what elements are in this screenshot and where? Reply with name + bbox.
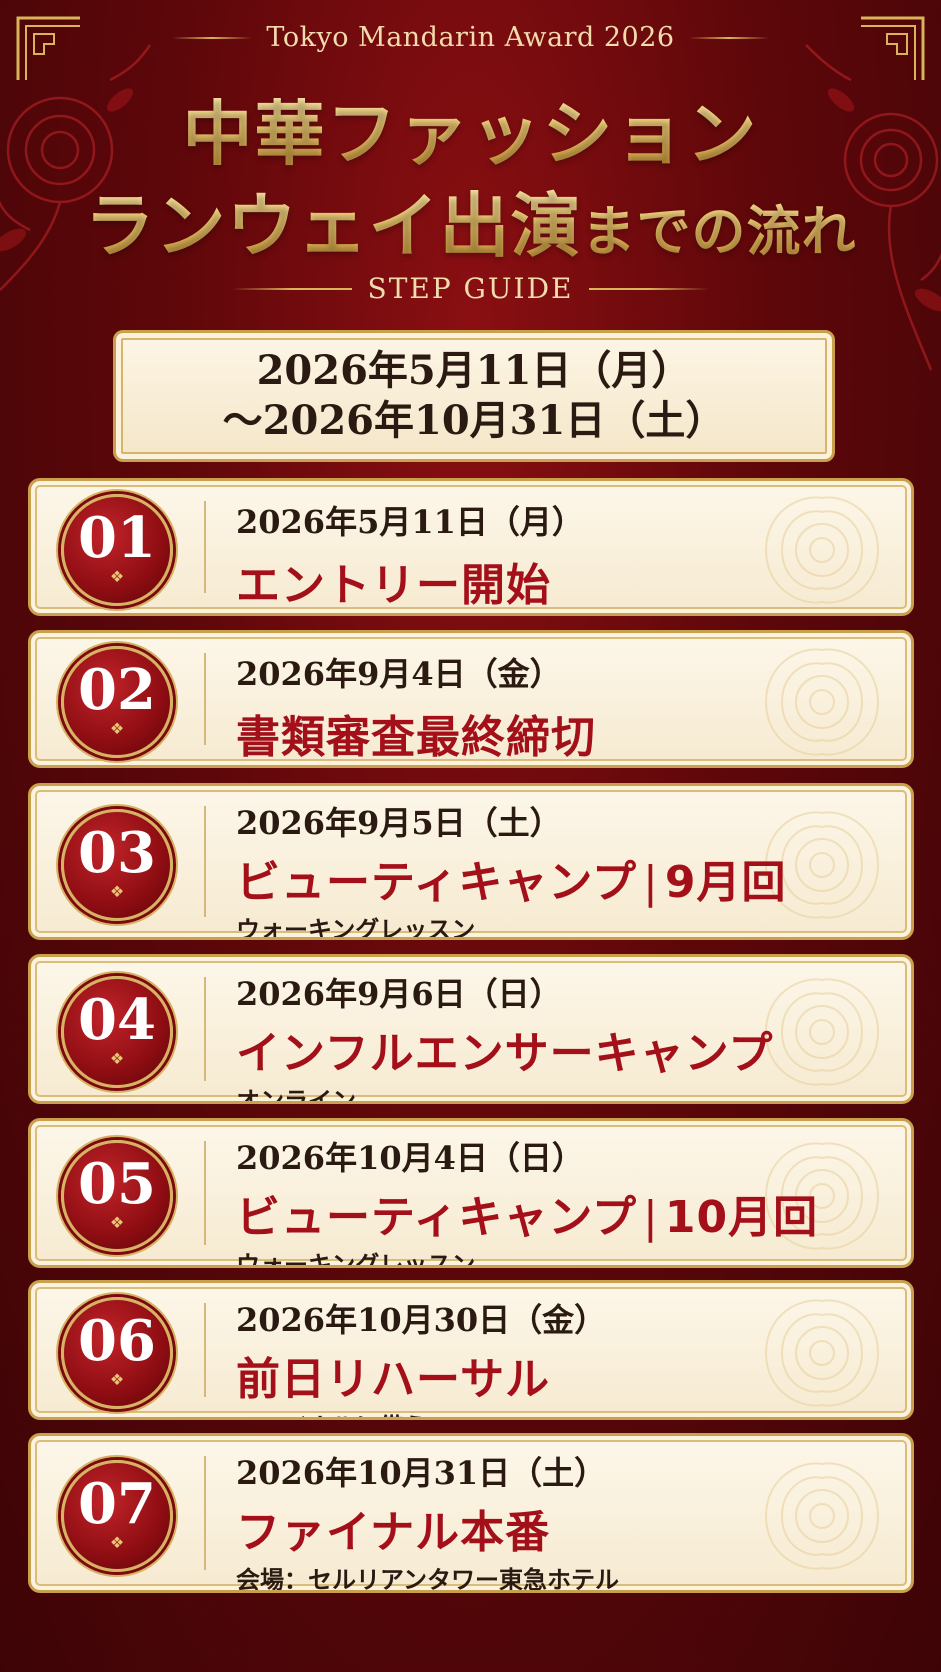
card-divider (204, 1141, 206, 1245)
step-date: 2026年10月31日（土） (236, 1454, 607, 1492)
step-card: 07 ❖ 2026年10月31日（土） ファイナル本番会場：セルリアンタワー東急ホテル (28, 1433, 914, 1593)
step-date: 2026年9月4日（金） (236, 655, 562, 693)
main-title-line1: 中華ファッション (0, 78, 941, 179)
step-event-title: エントリー開始 (236, 560, 551, 611)
step-number: 01 (78, 505, 156, 571)
step-card: 06❖ 2026年10月30日（金） 前日リハーサルファイナルに備えて (28, 1280, 914, 1420)
peony-watermark (764, 648, 880, 756)
step-card: 05 ❖ 2026年10月4日（日） ビューティキャンプ | 10月回ウォーキングレッスン (28, 1118, 914, 1268)
step-number-badge: 04 ❖ (61, 976, 173, 1088)
step-number-badge: 07 ❖ (61, 1460, 173, 1572)
step-date: 2026年9月6日（日） (236, 975, 562, 1013)
step-event: インフルエンサーキャンプ (236, 1017, 773, 1081)
card-divider (204, 501, 206, 593)
badge-ornament-icon: ❖ (109, 1533, 125, 1552)
step-event: ビューティキャンプ | 9月回 (236, 846, 787, 910)
step-note: ファイナルに備えて (236, 1407, 606, 1417)
step-text: 2026年5月11日（月） エントリー開始 (236, 497, 584, 613)
header: Tokyo Mandarin Award 2026 中華ファッション ランウェイ… (0, 0, 941, 320)
ornament-line (172, 36, 253, 39)
step-text: 2026年9月4日（金） 書類審査最終締切 (236, 649, 596, 765)
badge-ornament-icon: ❖ (109, 719, 125, 738)
guide-row: STEP GUIDE (0, 272, 941, 305)
main-title-line2-main: ランウェイ出演 (84, 185, 582, 267)
step-text: 2026年9月5日（土） ビューティキャンプ | 9月回ウォーキングレッスン (236, 798, 787, 940)
peony-watermark (764, 496, 880, 604)
badge-ornament-icon: ❖ (109, 1049, 125, 1068)
peony-watermark (764, 1299, 880, 1407)
badge-ornament-icon: ❖ (109, 567, 125, 586)
step-number: 07 (78, 1471, 156, 1537)
period-end: 〜2026年10月31日（土） (222, 397, 726, 444)
step-guide-poster: Tokyo Mandarin Award 2026 中華ファッション ランウェイ… (0, 0, 941, 1672)
period-start: 2026年5月11日（月） (256, 347, 692, 394)
main-title-line2-small: までの流れ (581, 200, 857, 263)
step-number-badge: 03 ❖ (61, 808, 173, 921)
ornament-line (589, 287, 710, 290)
step-event: エントリー開始 (236, 549, 584, 613)
step-note: 会場：セルリアンタワー東急ホテル (236, 1566, 620, 1593)
step-note: ウォーキングレッスン (236, 1251, 476, 1268)
event-subtitle: Tokyo Mandarin Award 2026 (266, 22, 675, 53)
step-event-title: ビューティキャンプ (236, 1192, 638, 1243)
step-number: 03 (78, 819, 156, 886)
step-event-title: インフルエンサーキャンプ (236, 1028, 774, 1079)
card-divider (204, 977, 206, 1081)
subtitle-row: Tokyo Mandarin Award 2026 (0, 22, 941, 53)
step-number-badge: 05 ❖ (61, 1140, 173, 1252)
step-event-suffix: 10月回 (664, 1192, 819, 1243)
card-divider (204, 806, 206, 917)
step-date: 2026年10月30日（金） (236, 1301, 607, 1339)
step-event-title: ビューティキャンプ (236, 857, 638, 908)
step-date: 2026年10月4日（日） (236, 1139, 584, 1177)
step-event-suffix: 9月回 (664, 857, 787, 908)
event-separator: | (643, 857, 659, 908)
step-number-badge: 01 ❖ (61, 494, 173, 606)
period-box: 2026年5月11日（月） 〜2026年10月31日（土） (113, 330, 835, 462)
step-number: 04 (78, 987, 156, 1053)
step-card: 04 ❖ 2026年9月6日（日） インフルエンサーキャンプオンライン (28, 954, 914, 1104)
step-number-badge: 02 ❖ (61, 646, 173, 758)
step-number: 05 (78, 1151, 156, 1217)
main-title-line2: ランウェイ出演までの流れ (0, 170, 941, 271)
event-separator: | (643, 1192, 659, 1243)
step-note: オンライン (236, 1087, 356, 1104)
step-text: 2026年9月6日（日） インフルエンサーキャンプオンライン (236, 969, 773, 1104)
step-text: 2026年10月30日（金） 前日リハーサルファイナルに備えて (236, 1295, 607, 1417)
step-event: ビューティキャンプ | 10月回 (236, 1181, 818, 1245)
step-event: ファイナル本番 (236, 1496, 619, 1560)
badge-ornament-icon: ❖ (109, 881, 125, 901)
step-number: 02 (78, 657, 156, 723)
step-event-title: 書類審査最終締切 (236, 712, 596, 763)
card-divider (204, 1456, 206, 1570)
step-event: 書類審査最終締切 (236, 701, 596, 765)
step-card: 02 ❖ 2026年9月4日（金） 書類審査最終締切 (28, 630, 914, 768)
badge-ornament-icon: ❖ (109, 1370, 125, 1389)
step-card: 03 ❖ 2026年9月5日（土） ビューティキャンプ | 9月回ウォーキングレッスン (28, 783, 914, 940)
step-guide-label: STEP GUIDE (367, 272, 574, 305)
step-text: 2026年10月31日（土） ファイナル本番会場：セルリアンタワー東急ホテル (236, 1448, 620, 1593)
ornament-line (688, 36, 769, 39)
step-card: 01 ❖ 2026年5月11日（月） エントリー開始 (28, 478, 914, 616)
step-event-title: ファイナル本番 (236, 1507, 551, 1558)
step-number: 06 (78, 1308, 156, 1374)
badge-ornament-icon: ❖ (109, 1213, 125, 1232)
card-divider (204, 1303, 206, 1397)
peony-watermark (764, 1462, 880, 1570)
ornament-line (231, 287, 352, 290)
step-date: 2026年9月5日（土） (236, 804, 562, 842)
step-number-badge: 06 ❖ (61, 1297, 173, 1409)
step-event: 前日リハーサル (236, 1343, 606, 1407)
step-date: 2026年5月11日（月） (236, 503, 584, 541)
step-text: 2026年10月4日（日） ビューティキャンプ | 10月回ウォーキングレッスン (236, 1133, 818, 1268)
step-event-title: 前日リハーサル (236, 1354, 551, 1405)
card-divider (204, 653, 206, 745)
step-note: ウォーキングレッスン (236, 916, 476, 940)
